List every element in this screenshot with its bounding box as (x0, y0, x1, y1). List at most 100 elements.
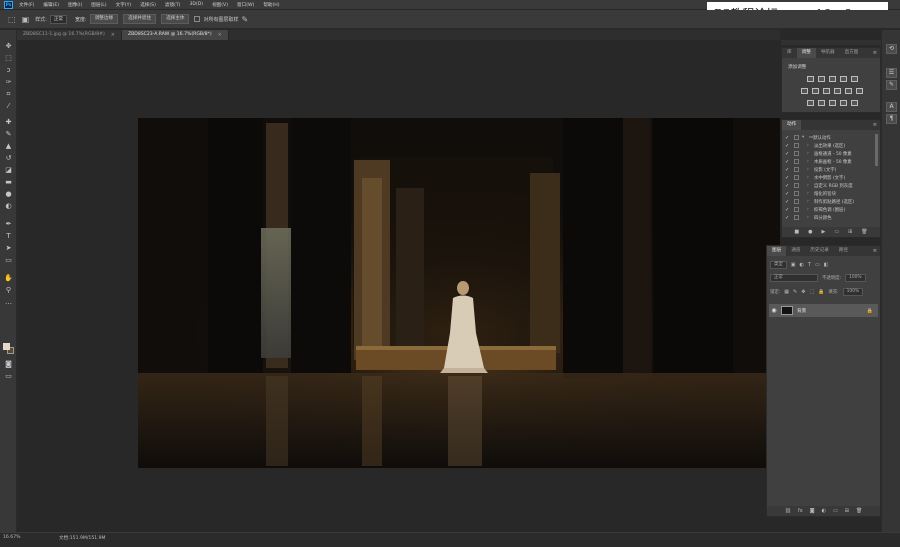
action-row[interactable]: ✓ › 棕褐色调 (图层) (782, 206, 880, 213)
dialog-toggle[interactable] (794, 167, 799, 172)
dialog-toggle[interactable] (794, 175, 799, 180)
channel-mixer-icon[interactable] (845, 88, 852, 94)
menu-help[interactable]: 帮助(H) (263, 2, 279, 8)
menu-edit[interactable]: 编辑(E) (43, 2, 59, 8)
menu-filter[interactable]: 滤镜(T) (165, 2, 181, 8)
record-icon[interactable]: ● (808, 229, 812, 235)
menu-select[interactable]: 选择(S) (140, 2, 156, 8)
panel-menu-icon[interactable]: ≡ (873, 48, 877, 58)
expand-icon[interactable]: › (807, 167, 812, 172)
refine-edge-button[interactable]: 调整边缘 (89, 14, 119, 24)
lock-pixels-icon[interactable]: ▦ (784, 289, 789, 295)
expand-icon[interactable]: › (807, 175, 812, 180)
action-row[interactable]: ✓ › 投影 (文字) (782, 166, 880, 173)
document-tab[interactable]: ZBD8SC11-1.jpg @ 16.7%(RGB/8#) × (17, 30, 122, 40)
layer-row[interactable]: ◉ 背景 🔒 (769, 304, 878, 317)
menu-layer[interactable]: 图层(L) (91, 2, 106, 8)
fill-input[interactable]: 100% (842, 287, 864, 296)
history-brush-tool-icon[interactable]: ↺ (3, 154, 14, 163)
photoshop-logo[interactable]: Ps (4, 0, 13, 9)
group-icon[interactable]: ▭ (833, 508, 838, 514)
brightness-contrast-icon[interactable] (807, 76, 814, 82)
quick-select-tool-icon[interactable]: ✑ (3, 78, 14, 87)
pixel-filter-icon[interactable]: ▣ (791, 262, 796, 268)
threshold-icon[interactable] (829, 100, 836, 106)
action-row[interactable]: ✓ › 制作剪贴路径 (选区) (782, 198, 880, 205)
tab-layers[interactable]: 图层 (767, 246, 787, 256)
lock-paint-icon[interactable]: ✎ (793, 289, 797, 295)
levels-icon[interactable] (818, 76, 825, 82)
select-and-mask-button[interactable]: 选择并遮住 (123, 14, 157, 24)
check-icon[interactable]: ✓ (785, 215, 791, 221)
delete-icon[interactable]: 🗑 (861, 229, 867, 235)
document-image[interactable] (138, 118, 780, 468)
marquee-preset-icon[interactable]: ⬚ (8, 15, 16, 24)
lock-all-icon[interactable]: 🔒 (818, 289, 824, 295)
tab-channels[interactable]: 通道 (786, 246, 805, 256)
new-action-icon[interactable]: ⊞ (848, 229, 852, 235)
select-subject-button[interactable]: 选择主体 (161, 14, 190, 24)
dialog-toggle[interactable] (794, 215, 799, 220)
dialog-toggle[interactable] (794, 199, 799, 204)
more-tools-icon[interactable]: … (3, 298, 14, 307)
style-select[interactable]: 正常 (49, 14, 68, 24)
history-panel-icon[interactable]: ⟲ (886, 44, 897, 54)
gradient-map-icon[interactable] (851, 100, 858, 106)
lasso-tool-icon[interactable]: ↄ (3, 66, 14, 75)
quick-mask-icon[interactable]: ◙ (3, 360, 14, 369)
character-panel-icon[interactable]: A (886, 102, 897, 112)
brush-settings-icon[interactable]: ✎ (241, 15, 248, 24)
dialog-toggle[interactable] (794, 191, 799, 196)
check-icon[interactable]: ✓ (785, 151, 791, 157)
opacity-input[interactable]: 100% (845, 273, 866, 282)
close-icon[interactable]: × (111, 30, 115, 40)
expand-icon[interactable]: ▾ (802, 135, 807, 140)
posterize-icon[interactable] (818, 100, 825, 106)
fx-icon[interactable]: fx (798, 508, 803, 514)
adjustment-filter-icon[interactable]: ◐ (800, 262, 804, 268)
panel-menu-icon[interactable]: ≡ (873, 120, 877, 130)
dialog-toggle[interactable] (794, 207, 799, 212)
close-icon[interactable]: × (218, 30, 222, 40)
document-size[interactable]: 文档:151.9M/151.9M (59, 535, 106, 541)
move-tool-icon[interactable]: ✥ (3, 42, 14, 51)
action-row[interactable]: ✓ › 木质画框 - 50 像素 (782, 158, 880, 165)
sample-all-layers-checkbox[interactable] (194, 16, 201, 22)
check-icon[interactable]: ✓ (785, 207, 791, 213)
eyedropper-tool-icon[interactable]: ⁄ (3, 102, 14, 111)
check-icon[interactable]: ✓ (785, 183, 791, 189)
shape-filter-icon[interactable]: ▭ (815, 262, 820, 268)
blur-tool-icon[interactable]: ● (3, 190, 14, 199)
gradient-tool-icon[interactable]: ▬ (3, 178, 14, 187)
type-tool-icon[interactable]: T (3, 232, 14, 241)
new-set-icon[interactable]: ▭ (834, 229, 839, 235)
tab-history[interactable]: 历史记录 (805, 246, 833, 256)
brush-panel-icon[interactable]: ✎ (886, 80, 897, 90)
hand-tool-icon[interactable]: ✋ (3, 274, 14, 283)
play-icon[interactable]: ▶ (821, 229, 825, 235)
mask-icon[interactable]: ◙ (810, 508, 815, 514)
layer-name[interactable]: 背景 (797, 308, 867, 314)
paragraph-panel-icon[interactable]: ¶ (886, 114, 897, 124)
eraser-tool-icon[interactable]: ◪ (3, 166, 14, 175)
panel-menu-icon[interactable]: ≡ (873, 246, 877, 256)
color-lookup-icon[interactable] (856, 88, 863, 94)
blend-mode-select[interactable]: 正常 (770, 273, 818, 282)
lock-icon[interactable]: 🔒 (867, 308, 873, 314)
healing-tool-icon[interactable]: ✚ (3, 118, 14, 127)
dialog-toggle[interactable] (794, 151, 799, 156)
path-select-tool-icon[interactable]: ➤ (3, 244, 14, 253)
canvas-area[interactable] (17, 40, 780, 539)
expand-icon[interactable]: › (807, 199, 812, 204)
expand-icon[interactable]: › (807, 215, 812, 220)
lock-artboard-icon[interactable]: ⬚ (809, 289, 814, 295)
dialog-toggle[interactable] (794, 159, 799, 164)
expand-icon[interactable]: › (807, 151, 812, 156)
check-icon[interactable]: ✓ (785, 167, 791, 173)
vibrance-icon[interactable] (851, 76, 858, 82)
tab-paths[interactable]: 路径 (834, 246, 853, 256)
panel-dock-header[interactable] (781, 40, 881, 45)
exposure-icon[interactable] (840, 76, 847, 82)
layer-filter-select[interactable]: 类型 (770, 260, 787, 269)
document-tab-active[interactable]: ZBD8SC23-A.RAW @ 16.7%(RGB/8*) × (122, 30, 229, 40)
